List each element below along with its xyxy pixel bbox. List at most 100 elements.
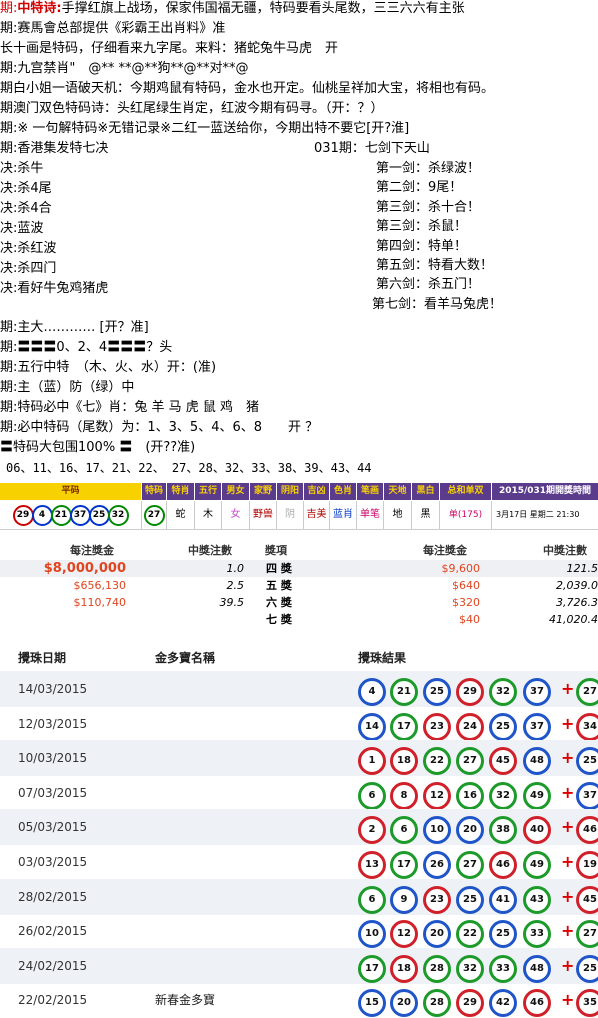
line-text: 长十画是特码，仔细看来九字尾。来料：猪蛇兔牛马虎 开 [0, 41, 339, 56]
header-amount-left: 每注獎金 [70, 544, 114, 557]
header-prize-item: 獎項 [265, 544, 287, 557]
result-ball: 38 [489, 816, 517, 845]
result-ball: 49 [523, 851, 551, 879]
prize-amount: $110,740 [73, 596, 127, 609]
ball: 4 [31, 505, 53, 526]
line-prefix: 期 [0, 101, 14, 116]
text-line: 06、11、16、17、21、22、 27、28、32、33、38、39、43、… [0, 458, 372, 478]
result-ball: 10 [358, 920, 386, 949]
result-header: 特肖 [167, 483, 195, 500]
text-line: 期:五行中特 （木、火、水）开：(准) [0, 358, 216, 378]
line-text: 特码大包围100% 〓 (开??准) [13, 440, 196, 455]
line-text: 赛馬會总部提供《彩霸王出肖料》准 [17, 21, 226, 36]
result-ball: 1 [358, 747, 386, 776]
result-header: 五行 [195, 483, 222, 500]
prize-label: 五 獎 [266, 579, 292, 592]
prize-count: 2.5 [226, 579, 245, 592]
jian-item: 第二剑：9尾！ [376, 180, 463, 196]
line-prefix: 期: [0, 1, 18, 16]
result-cell: 单(175) [440, 501, 492, 530]
result-ball: 29 [456, 678, 484, 706]
plus-icon: + [561, 679, 575, 698]
text-line: 期:主大………… [开？准] [0, 318, 149, 338]
header-amount-right: 每注獎金 [423, 544, 467, 557]
line-text: ※ 一句解特码※无错记录※二红一蓝送给你，今期出特不要它[开?淮] [17, 121, 410, 136]
result-ball: 20 [423, 920, 451, 949]
line-prefix: 期: [0, 380, 18, 395]
prize-label: 六 獎 [266, 596, 292, 609]
line-text: 主大………… [开？准] [17, 320, 149, 335]
result-cell: 地 [384, 501, 412, 530]
result-ball: 27 [456, 851, 484, 879]
prize-count: 121.5 [566, 562, 598, 575]
ball: 27 [143, 505, 165, 526]
history-row: 22/02/2015 新春金多寶 15 20 28 29 42 46 +35 [0, 982, 598, 1018]
draw-date: 12/03/2015 [18, 716, 88, 731]
result-ball: 41 [489, 885, 517, 914]
result-ball: 33 [523, 920, 551, 949]
result-ball: 28 [423, 954, 451, 983]
result-ball: 27 [456, 747, 484, 776]
result-ball: 23 [423, 885, 451, 914]
prize-amount: $320 [452, 596, 480, 609]
line-prefix: 期 [0, 81, 14, 96]
jue-item: 决:杀牛 [0, 159, 43, 179]
jue-item: 决:杀4合 [0, 199, 52, 219]
text-line: 期:九宫禁肖" @** **@**狗**@**对**@ [0, 59, 249, 79]
text-line: 期:必中特码（尾数）为：1、3、5、4、6、8 开 ？ [0, 418, 318, 438]
draw-date: 10/03/2015 [18, 751, 88, 766]
result-header: 2015/031期開獎時間 [492, 483, 598, 500]
result-header: 家野 [250, 483, 277, 500]
prize-row: $656,130 2.5 五 獎 $640 2,039.0 [0, 577, 598, 594]
special-ball: 27 [142, 501, 167, 530]
result-ball: 26 [423, 851, 451, 879]
plus-icon: + [561, 782, 575, 802]
line-text: 特码必中《七》肖：兔 羊 马 虎 鼠 鸡 猪 [17, 400, 260, 415]
jue-prefix: 决: [0, 261, 18, 276]
line-prefix: 期: [0, 121, 18, 136]
history-row: 10/03/2015 1 18 22 27 45 48 +25 [0, 740, 598, 777]
result-ball: 48 [523, 954, 551, 983]
extra-ball: 45 [576, 885, 598, 914]
result-ball: 25 [423, 678, 451, 706]
plus-icon: + [561, 713, 575, 733]
jue-item: 决:杀四门 [0, 259, 56, 279]
result-ball: 17 [390, 712, 418, 741]
result-cell: 黑 [412, 501, 440, 530]
result-ball: 22 [456, 920, 484, 949]
result-ball: 6 [390, 816, 418, 845]
draw-date: 07/03/2015 [18, 785, 88, 800]
text-line: 期:主（蓝）防（绿）中 [0, 378, 134, 398]
result-ball: 46 [523, 989, 551, 1018]
result-cell: 单笔 [357, 501, 384, 530]
text-line: 〓特码大包围100% 〓 (开??准) [0, 438, 195, 458]
history-row: 24/02/2015 17 18 28 32 33 48 +25 [0, 947, 598, 984]
draw-date: 28/02/2015 [18, 889, 88, 904]
result-ball: 25 [456, 885, 484, 914]
jue-item: 决:杀4尾 [0, 179, 52, 199]
line-text: 〓〓〓0、2、4〓〓〓？头 [17, 340, 173, 355]
jian-item: 第一剑：杀绿波！ [376, 161, 481, 176]
result-ball: 10 [423, 816, 451, 845]
prize-count: 39.5 [219, 596, 245, 609]
jue-item: 决:蓝波 [0, 219, 43, 239]
result-ball: 32 [456, 954, 484, 983]
prize-count: 1.0 [226, 562, 245, 575]
result-ball: 29 [456, 989, 484, 1018]
result-ball: 46 [489, 851, 517, 879]
jue-item: 决:杀红波 [0, 239, 56, 259]
text-line: 期白小姐一语破天机：今期鸡鼠有特码，金水也开定。仙桃呈祥加大宝，将相也有码。 [0, 79, 494, 99]
jian-item: 第五剑：特看大数！ [376, 258, 494, 273]
plus-icon: + [561, 886, 575, 906]
jue-text: 杀牛 [17, 161, 44, 176]
result-ball: 4 [358, 678, 386, 706]
jue-item: 决:看好牛兔鸡猪虎 [0, 279, 108, 299]
result-header: 平码 [0, 483, 142, 500]
extra-ball: 19 [576, 851, 598, 879]
result-ball: 25 [489, 920, 517, 949]
text-line: 期:〓〓〓0、2、4〓〓〓？头 [0, 338, 172, 358]
result-ball: 37 [523, 712, 551, 741]
line-prefix: 期: [0, 21, 18, 36]
result-cell: 野兽 [250, 501, 277, 530]
result-ball: 42 [489, 989, 517, 1018]
